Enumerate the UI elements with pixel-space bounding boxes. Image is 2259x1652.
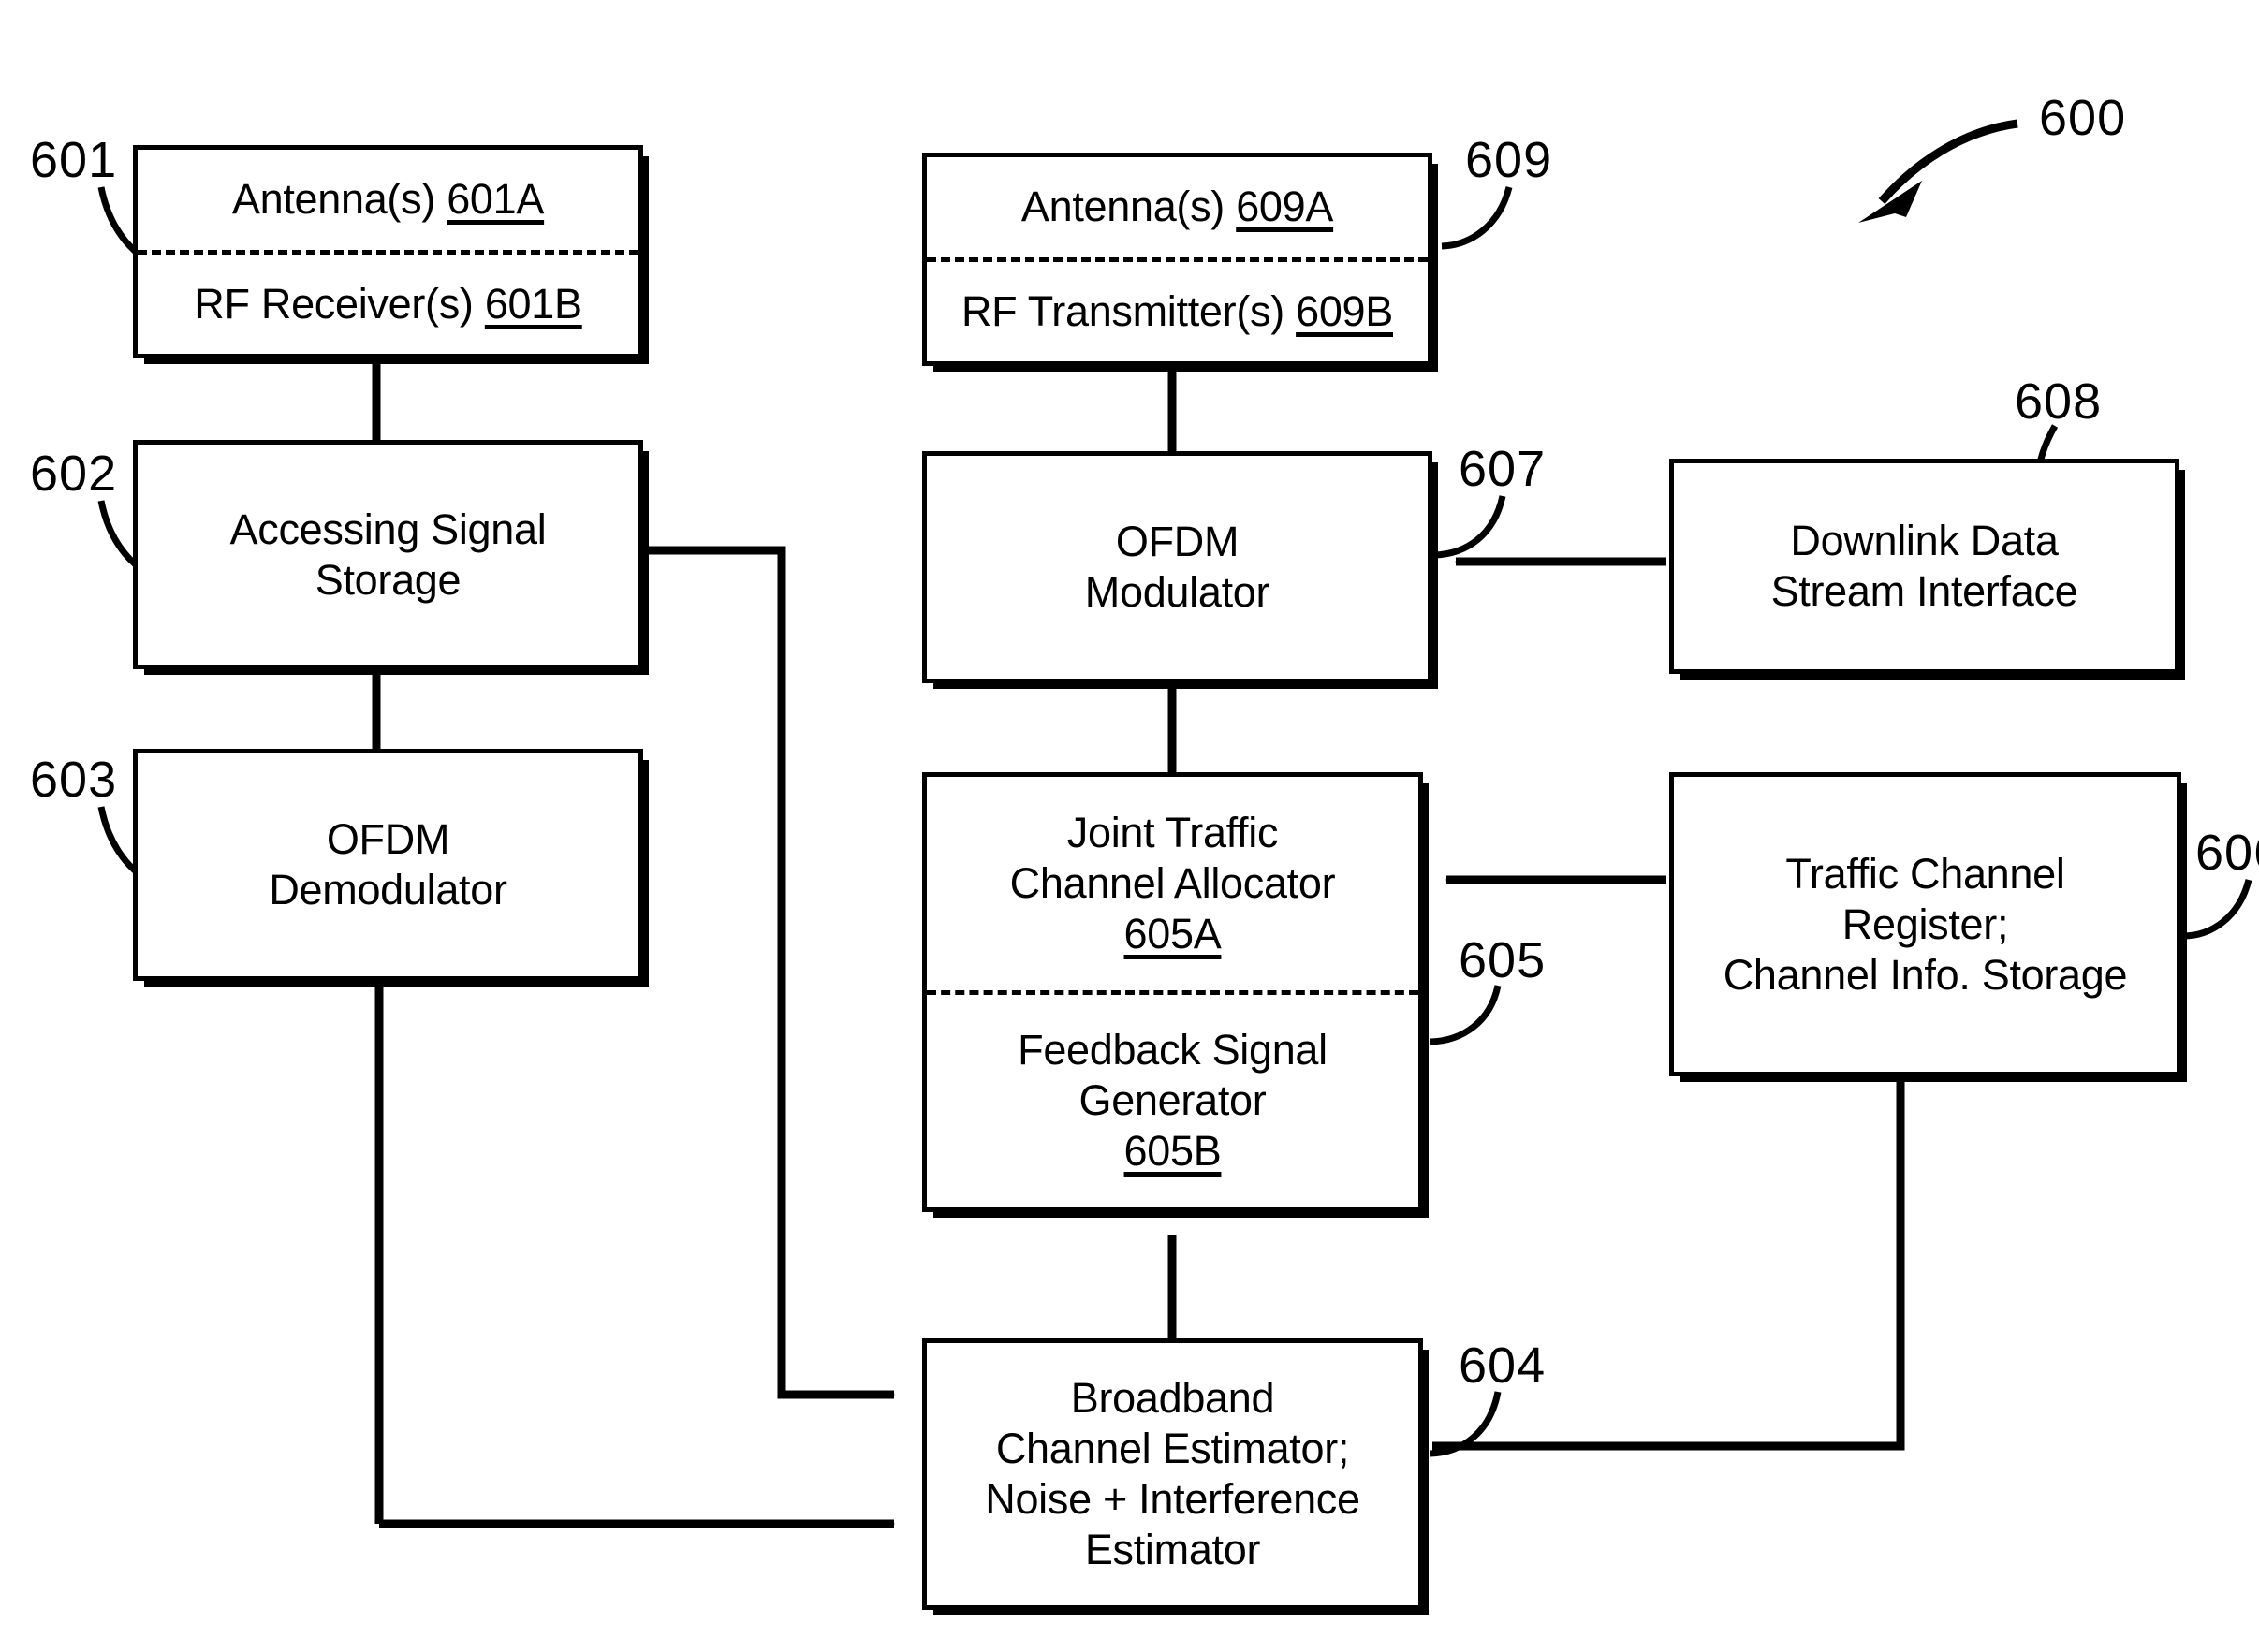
block-608-cell: Downlink Data Stream Interface [1674, 463, 2175, 669]
block-603-ofdm-demodulator[interactable]: OFDM Demodulator [133, 749, 643, 981]
block-603-cell: OFDM Demodulator [138, 753, 638, 976]
ref-605: 605 [1459, 932, 1547, 988]
figure-lead-line [1878, 119, 2018, 204]
wire-602-to-604 [642, 546, 895, 1399]
block-609-antenna-rf-transmitter[interactable]: Antenna(s) 609A RF Transmitter(s) 609B [922, 153, 1432, 366]
ref-607: 607 [1459, 441, 1547, 497]
block-605-feedback-ref: 605B [1123, 1127, 1222, 1176]
block-609-rf-transmitter-ref: 609B [1296, 286, 1393, 335]
block-609-rf-transmitter-label: RF Transmitter(s) 609B [961, 286, 1393, 335]
ref-606: 606 [2195, 825, 2259, 881]
block-605-feedback-label: Feedback Signal Generator 605B [1018, 1026, 1328, 1176]
ref-608: 608 [2015, 373, 2103, 430]
block-609-lower-cell: RF Transmitter(s) 609B [927, 262, 1428, 362]
patent-figure-600: Antenna(s) 601A RF Receiver(s) 601B Acce… [0, 0, 2259, 1652]
block-601-rf-receiver-label: RF Receiver(s) 601B [194, 279, 582, 328]
block-605-allocator-label: Joint Traffic Channel Allocator 605A [1009, 808, 1336, 958]
block-601-upper-cell: Antenna(s) 601A [138, 150, 638, 250]
leader-606 [2182, 879, 2252, 940]
ref-609: 609 [1465, 132, 1553, 188]
block-602-accessing-signal-storage[interactable]: Accessing Signal Storage [133, 440, 643, 669]
block-607-ofdm-modulator[interactable]: OFDM Modulator [922, 451, 1432, 683]
block-609-antenna-label: Antenna(s) 609A [1020, 183, 1334, 231]
block-601-rf-receiver-ref: 601B [484, 279, 582, 328]
block-607-label: OFDM Modulator [1084, 518, 1270, 616]
block-605-lower-cell: Feedback Signal Generator 605B [927, 995, 1418, 1208]
block-605-allocator-ref: 605A [1123, 909, 1222, 958]
ref-604: 604 [1459, 1338, 1547, 1394]
block-601-antenna-rf-receiver[interactable]: Antenna(s) 601A RF Receiver(s) 601B [133, 145, 643, 358]
block-609-upper-cell: Antenna(s) 609A [927, 157, 1428, 257]
block-604-label: Broadband Channel Estimator; Noise + Int… [985, 1374, 1360, 1573]
block-604-broadband-channel-estimator[interactable]: Broadband Channel Estimator; Noise + Int… [922, 1338, 1423, 1610]
block-606-label: Traffic Channel Register; Channel Info. … [1723, 849, 2128, 999]
block-609-antenna-ref: 609A [1236, 183, 1334, 231]
block-602-label: Accessing Signal Storage [229, 504, 547, 604]
ref-603: 603 [30, 752, 118, 808]
block-601-lower-cell: RF Receiver(s) 601B [138, 255, 638, 355]
block-607-cell: OFDM Modulator [927, 456, 1428, 679]
block-601-antenna-label: Antenna(s) 601A [231, 175, 545, 224]
block-605-allocator-feedback[interactable]: Joint Traffic Channel Allocator 605A Fee… [922, 772, 1423, 1212]
figure-number-600: 600 [2039, 90, 2127, 146]
leader-607 [1433, 495, 1506, 559]
block-605-upper-cell: Joint Traffic Channel Allocator 605A [927, 777, 1418, 990]
block-604-cell: Broadband Channel Estimator; Noise + Int… [927, 1343, 1418, 1605]
block-601-antenna-ref: 601A [447, 175, 545, 224]
block-603-label: OFDM Demodulator [269, 815, 507, 914]
block-602-cell: Accessing Signal Storage [138, 445, 638, 665]
block-606-traffic-channel-register[interactable]: Traffic Channel Register; Channel Info. … [1669, 772, 2181, 1076]
ref-601: 601 [30, 132, 118, 188]
leader-609 [1441, 186, 1513, 250]
ref-602: 602 [30, 446, 118, 502]
block-608-label: Downlink Data Stream Interface [1770, 517, 2078, 615]
leader-605 [1430, 985, 1502, 1045]
block-608-downlink-data-stream-interface[interactable]: Downlink Data Stream Interface [1669, 459, 2179, 674]
block-606-cell: Traffic Channel Register; Channel Info. … [1674, 777, 2177, 1072]
